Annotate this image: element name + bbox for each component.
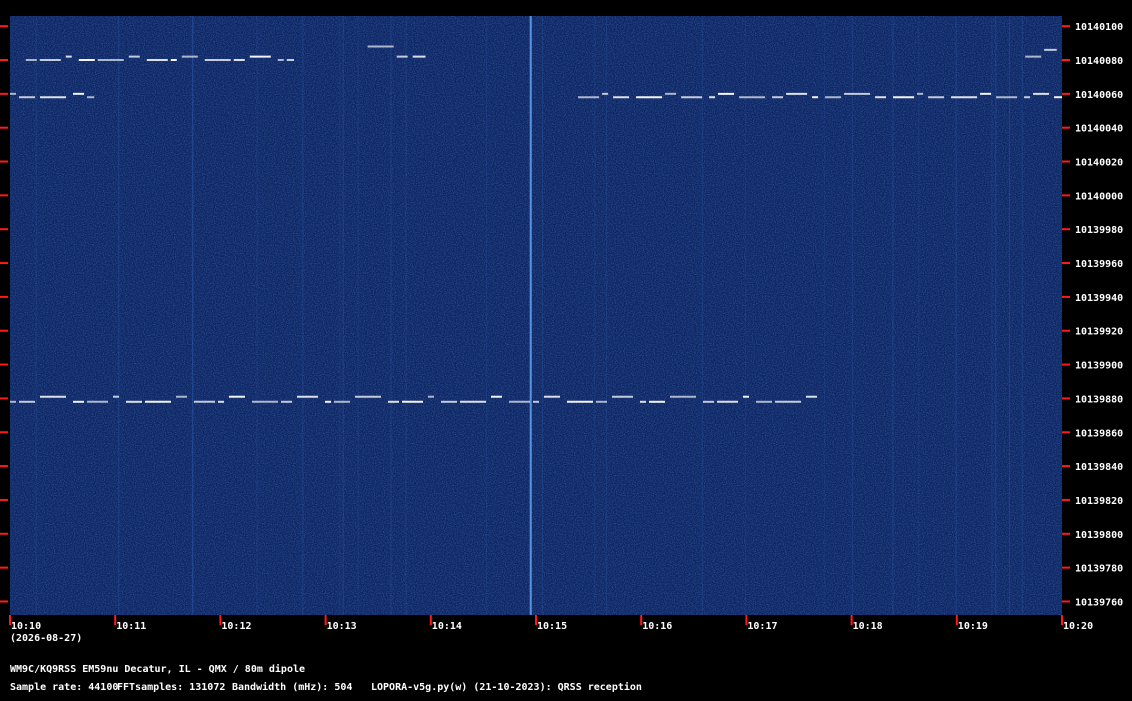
time-tick-label: 10:15 xyxy=(537,621,567,632)
frequency-tick-label: 10139760 xyxy=(1075,597,1123,608)
time-tick-label: 10:18 xyxy=(853,621,883,632)
software-info: LOPORA-v5g.py(w) (21-10-2023): QRSS rece… xyxy=(371,681,642,693)
date-label: (2026-08-27) xyxy=(10,633,82,644)
time-tick-label: 10:16 xyxy=(642,621,672,632)
waterfall-chart: 10140100 10140080 10140060 10140040 10140020… xyxy=(0,16,1123,693)
sample-rate-info: Sample rate: 44100 xyxy=(10,682,118,693)
time-tick-label: 10:10 xyxy=(11,621,41,632)
frequency-tick-label: 10140060 xyxy=(1075,90,1123,101)
frequency-tick-label: 10139840 xyxy=(1075,462,1123,473)
time-tick-label: 10:20 xyxy=(1063,621,1093,632)
frequency-tick-label: 10139860 xyxy=(1075,428,1123,439)
frequency-tick-label: 10140040 xyxy=(1075,124,1123,135)
frequency-tick-label: 10139780 xyxy=(1075,564,1123,575)
fft-samples-info: FFTsamples: 131072 xyxy=(117,682,225,693)
frequency-tick-label: 10140020 xyxy=(1075,158,1123,169)
frequency-tick-label: 10139940 xyxy=(1075,293,1123,304)
frequency-tick-label: 10139900 xyxy=(1075,361,1123,372)
time-tick-label: 10:19 xyxy=(958,621,988,632)
frequency-tick-label: 10139980 xyxy=(1075,225,1123,236)
frequency-tick-label: 10140080 xyxy=(1075,56,1123,67)
time-tick-label: 10:12 xyxy=(221,621,251,632)
bandwidth-info: Bandwidth (mHz): 504 xyxy=(232,681,352,693)
time-axis: 10:10 10:11 10:12 10:13 10:14 10:15 10:16 10:17… xyxy=(9,615,1093,632)
frequency-tick-label: 10140000 xyxy=(1075,191,1123,202)
frequency-tick-label: 10139960 xyxy=(1075,259,1123,270)
frequency-tick-label: 10139820 xyxy=(1075,496,1123,507)
time-tick-label: 10:13 xyxy=(327,621,357,632)
time-tick-label: 10:17 xyxy=(747,621,777,632)
time-tick-label: 10:14 xyxy=(432,621,462,632)
qrss-grabber-window: 10140100 10140080 10140060 10140040 10140020… xyxy=(0,0,1132,697)
footer-info: WM9C/KQ9RSS EM59nu Decatur, IL - QMX / 8… xyxy=(10,663,642,693)
station-info: WM9C/KQ9RSS EM59nu Decatur, IL - QMX / 8… xyxy=(10,663,305,675)
frequency-tick-label: 10139920 xyxy=(1075,327,1123,338)
waterfall-noise xyxy=(10,16,1062,615)
frequency-tick-label: 10139800 xyxy=(1075,530,1123,541)
frequency-tick-label: 10139880 xyxy=(1075,394,1123,405)
frequency-tick-label: 10140100 xyxy=(1075,22,1123,33)
time-tick-label: 10:11 xyxy=(116,621,146,632)
left-tick-marks xyxy=(0,25,8,603)
frequency-axis: 10140100 10140080 10140060 10140040 10140020… xyxy=(1062,22,1123,608)
